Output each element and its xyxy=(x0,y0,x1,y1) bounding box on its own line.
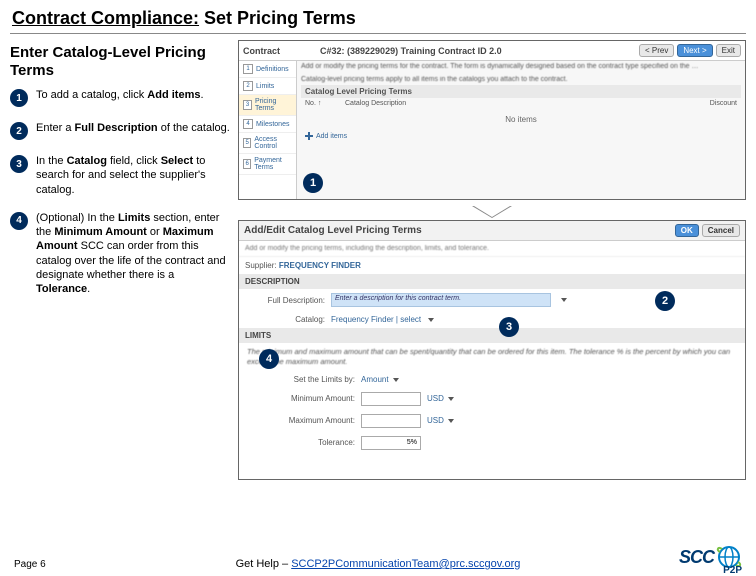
step-row: 3 In the Catalog field, click Select to s… xyxy=(10,154,230,197)
catalog-select-link[interactable]: Frequency Finder | select xyxy=(331,315,434,324)
full-desc-input[interactable]: Enter a description for this contract te… xyxy=(331,293,551,307)
plus-icon xyxy=(305,132,313,140)
limits-header: LIMITS xyxy=(239,328,745,343)
cancel-button[interactable]: Cancel xyxy=(702,224,740,237)
supplier-value: FREQUENCY FINDER xyxy=(279,261,361,270)
step-bullet: 3 xyxy=(10,155,28,173)
title-underline: Contract Compliance: xyxy=(12,8,199,28)
tab-number: 5 xyxy=(243,138,251,148)
contract-title: C#32: (389229029) Training Contract ID 2… xyxy=(320,46,502,56)
blurb-2: Catalog-level pricing terms apply to all… xyxy=(301,76,741,83)
side-tab[interactable]: 4Milestones xyxy=(239,116,296,133)
callout-1: 1 xyxy=(303,173,323,193)
flow-arrow xyxy=(238,206,746,220)
tab-label: Access Control xyxy=(254,136,292,150)
modal-title: Add/Edit Catalog Level Pricing Terms xyxy=(244,225,422,236)
tab-label: Milestones xyxy=(256,121,289,128)
ok-button[interactable]: OK xyxy=(675,224,699,237)
col-catalog: Catalog Description xyxy=(345,100,687,107)
chevron-down-icon xyxy=(393,378,399,382)
instruction-column: Enter Catalog-Level Pricing Terms 1 To ad… xyxy=(10,40,230,480)
chevron-down-icon xyxy=(428,318,434,322)
step-bullet: 4 xyxy=(10,212,28,230)
p2p-label: P2P xyxy=(723,565,742,576)
full-desc-label: Full Description: xyxy=(245,296,325,305)
tolerance-label: Tolerance: xyxy=(245,438,355,447)
tab-number: 4 xyxy=(243,119,253,129)
panel-section-label: Contract xyxy=(243,46,280,56)
step-text: (Optional) In the Limits section, enter … xyxy=(36,211,230,297)
step-text: Enter a Full Description of the catalog. xyxy=(36,121,230,140)
side-tabs: 1Definitions2Limits3Pricing Terms4Milest… xyxy=(239,61,297,199)
side-tab[interactable]: 1Definitions xyxy=(239,61,296,78)
supplier-label: Supplier: xyxy=(245,261,277,270)
step-text: In the Catalog field, click Select to se… xyxy=(36,154,230,197)
tab-label: Pricing Terms xyxy=(255,98,292,112)
title-rest: Set Pricing Terms xyxy=(199,8,356,28)
step-bullet: 1 xyxy=(10,89,28,107)
min-amount-label: Minimum Amount: xyxy=(245,394,355,403)
prev-button[interactable]: < Prev xyxy=(639,44,674,57)
max-amount-input[interactable] xyxy=(361,414,421,428)
description-header: DESCRIPTION xyxy=(239,274,745,289)
side-tab[interactable]: 5Access Control xyxy=(239,133,296,154)
set-limits-label: Set the Limits by: xyxy=(245,375,355,384)
tolerance-input[interactable] xyxy=(361,436,421,450)
modal-panel: Add/Edit Catalog Level Pricing Terms OK … xyxy=(238,220,746,480)
step-row: 4 (Optional) In the Limits section, enter… xyxy=(10,211,230,297)
tab-label: Limits xyxy=(256,83,274,90)
col-no: No. ↑ xyxy=(305,100,345,107)
screenshot-column: Contract C#32: (389229029) Training Cont… xyxy=(238,40,746,480)
limits-description: The minimum and maximum amount that can … xyxy=(239,343,745,371)
blurb-1: Add or modify the pricing terms for the … xyxy=(301,63,741,70)
callout-4: 4 xyxy=(259,349,279,369)
help-text: Get Help – SCCP2PCommunicationTeam@prc.s… xyxy=(236,558,521,570)
exit-button[interactable]: Exit xyxy=(716,44,741,57)
col-discount: Discount xyxy=(687,100,737,107)
min-amount-input[interactable] xyxy=(361,392,421,406)
tab-number: 6 xyxy=(243,159,251,169)
page-number: Page 6 xyxy=(14,559,46,570)
modal-subtext: Add or modify the pricing terms, includi… xyxy=(239,241,745,257)
no-items-text: No items xyxy=(301,109,741,130)
footer: Page 6 Get Help – SCCP2PCommunicationTea… xyxy=(0,544,756,570)
subheading: Enter Catalog-Level Pricing Terms xyxy=(10,40,230,88)
min-currency-select[interactable]: USD xyxy=(427,394,454,403)
max-currency-select[interactable]: USD xyxy=(427,416,454,425)
side-tab[interactable]: 6Payment Terms xyxy=(239,154,296,175)
help-email-link[interactable]: SCCP2PCommunicationTeam@prc.sccgov.org xyxy=(291,558,520,570)
tab-number: 3 xyxy=(243,100,252,110)
tab-number: 1 xyxy=(243,64,253,74)
section-header: Catalog Level Pricing Terms xyxy=(301,85,741,98)
tab-label: Definitions xyxy=(256,66,289,73)
catalog-label: Catalog: xyxy=(245,315,325,324)
catalog-value: Frequency Finder | select xyxy=(331,315,421,324)
tab-number: 2 xyxy=(243,81,253,91)
chevron-down-icon[interactable] xyxy=(561,298,567,302)
step-row: 2 Enter a Full Description of the catalog… xyxy=(10,121,230,140)
callout-3: 3 xyxy=(499,317,519,337)
contract-panel: Contract C#32: (389229029) Training Cont… xyxy=(238,40,746,200)
step-row: 1 To add a catalog, click Add items. xyxy=(10,88,230,107)
callout-2: 2 xyxy=(655,291,675,311)
step-bullet: 2 xyxy=(10,122,28,140)
add-items-label: Add items xyxy=(316,133,347,140)
logo-text: SCC xyxy=(679,547,714,568)
add-items-link[interactable]: Add items xyxy=(301,130,741,142)
page-title: Contract Compliance: Set Pricing Terms xyxy=(0,0,756,33)
set-limits-select[interactable]: Amount xyxy=(361,375,399,384)
side-tab[interactable]: 3Pricing Terms xyxy=(239,95,296,116)
step-text: To add a catalog, click Add items. xyxy=(36,88,204,107)
tab-label: Payment Terms xyxy=(254,157,292,171)
max-amount-label: Maximum Amount: xyxy=(245,416,355,425)
side-tab[interactable]: 2Limits xyxy=(239,78,296,95)
title-divider xyxy=(10,33,746,34)
next-button[interactable]: Next > xyxy=(677,44,712,57)
